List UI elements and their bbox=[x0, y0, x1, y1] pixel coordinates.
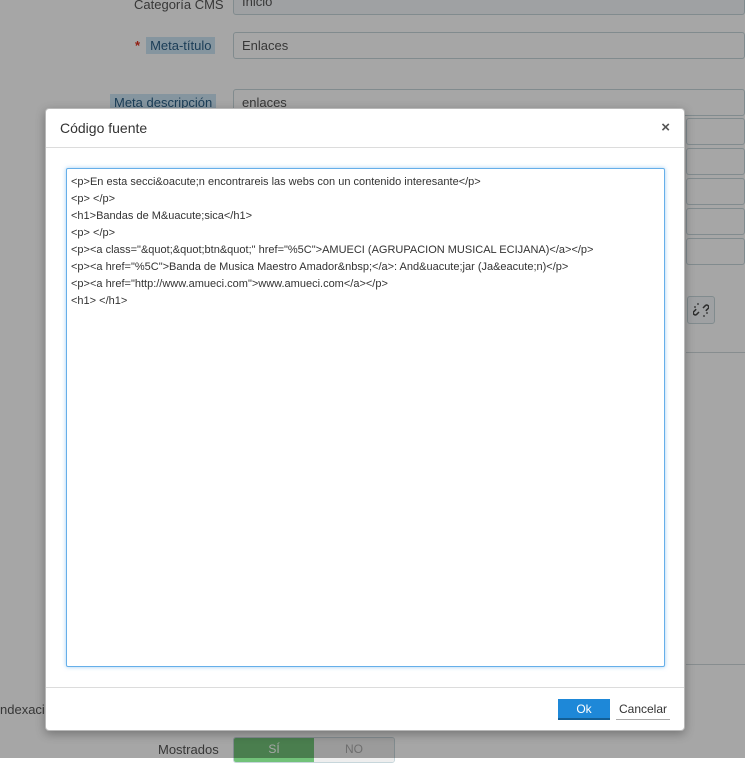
dialog-title: Código fuente bbox=[60, 120, 148, 136]
dialog-footer: Ok Cancelar bbox=[46, 687, 684, 730]
close-icon[interactable]: × bbox=[661, 119, 670, 136]
dialog-header: Código fuente × bbox=[46, 109, 684, 148]
ok-button[interactable]: Ok bbox=[558, 699, 610, 720]
source-code-textarea[interactable]: <p>En esta secci&oacute;n encontrareis l… bbox=[66, 168, 665, 667]
source-code-dialog: Código fuente × <p>En esta secci&oacute;… bbox=[45, 108, 685, 731]
cancel-button[interactable]: Cancelar bbox=[616, 699, 670, 720]
